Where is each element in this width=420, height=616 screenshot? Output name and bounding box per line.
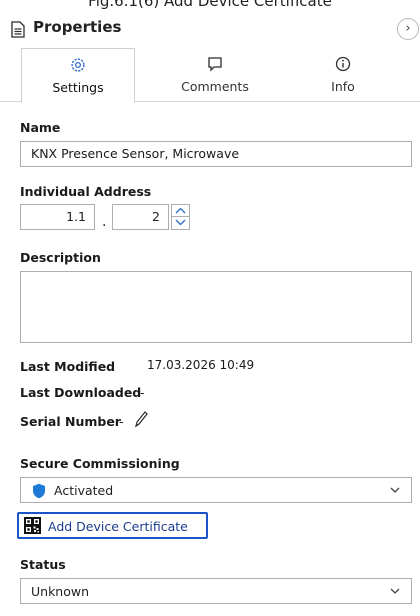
stepper-up-button[interactable]	[172, 205, 189, 217]
tab-label: Info	[331, 79, 355, 94]
panel-header: Properties ›	[0, 16, 420, 48]
tab-label: Comments	[181, 79, 249, 94]
chevron-down-icon	[390, 487, 400, 493]
collapse-panel-button[interactable]: ›	[397, 18, 419, 40]
panel-title: Properties	[33, 18, 122, 36]
name-label: Name	[20, 120, 61, 135]
chevron-right-icon: ›	[405, 21, 411, 36]
serial-number-value: -	[119, 414, 124, 429]
individual-address-label: Individual Address	[20, 184, 152, 199]
address-device-input[interactable]: 2	[112, 204, 169, 230]
description-textarea[interactable]	[20, 271, 412, 343]
secure-commissioning-select[interactable]: Activated	[20, 477, 412, 503]
secure-commissioning-value: Activated	[54, 483, 114, 498]
qr-code-icon	[24, 517, 41, 534]
address-separator: .	[102, 214, 107, 230]
description-label: Description	[20, 250, 101, 265]
tab-comments[interactable]: Comments	[158, 48, 272, 102]
last-modified-value: 17.03.2026 10:49	[147, 358, 255, 372]
pencil-icon[interactable]	[133, 409, 149, 429]
stepper-down-button[interactable]	[172, 217, 189, 229]
last-modified-label: Last Modified	[20, 359, 116, 374]
name-input[interactable]: KNX Presence Sensor, Microwave	[20, 141, 412, 167]
shield-icon	[33, 483, 45, 499]
status-label: Status	[20, 557, 66, 572]
last-downloaded-label: Last Downloaded	[20, 385, 142, 400]
address-area-line-input[interactable]: 1.1	[20, 204, 95, 230]
gear-icon	[71, 58, 85, 72]
tab-info[interactable]: Info	[286, 48, 400, 102]
add-device-certificate-label: Add Device Certificate	[48, 519, 188, 534]
chevron-up-icon	[175, 207, 186, 214]
chevron-down-icon	[175, 219, 186, 226]
tab-bar: Settings Comments Info	[0, 48, 420, 103]
chevron-down-icon	[390, 588, 400, 594]
address-stepper	[171, 204, 190, 230]
add-device-certificate-button[interactable]: Add Device Certificate	[17, 512, 208, 539]
tab-label: Settings	[52, 80, 104, 95]
status-select[interactable]: Unknown	[20, 578, 412, 604]
figure-caption: Fig.6.1(6) Add Device Certificate	[88, 0, 332, 10]
last-downloaded-value: -	[140, 385, 145, 400]
document-icon	[11, 21, 25, 38]
status-value: Unknown	[31, 584, 90, 599]
serial-number-label: Serial Number	[20, 414, 121, 429]
tab-settings[interactable]: Settings	[21, 48, 135, 103]
secure-commissioning-label: Secure Commissioning	[20, 456, 180, 471]
comment-icon	[208, 57, 222, 72]
info-icon	[335, 56, 351, 72]
